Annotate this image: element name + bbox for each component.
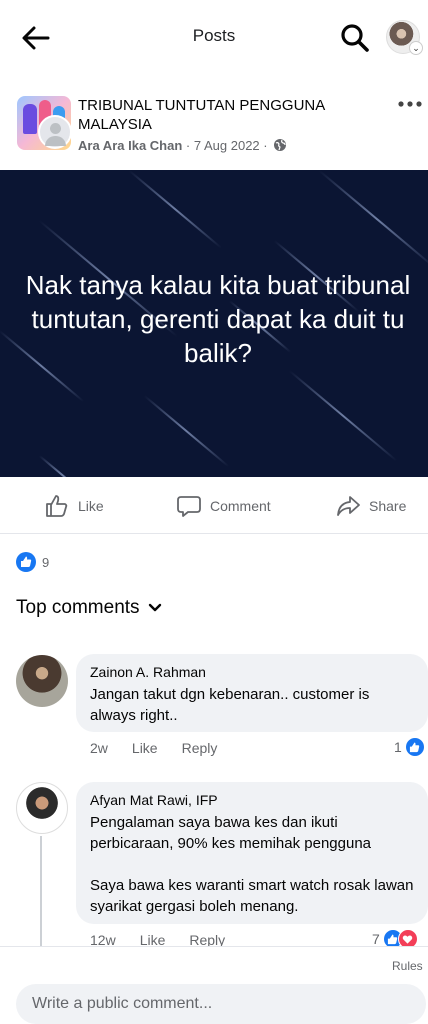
search-icon (341, 24, 369, 52)
comment-like-button[interactable]: Like (132, 740, 158, 756)
comment-reaction-count: 1 (394, 739, 402, 755)
comment-reaction-count: 7 (372, 931, 380, 947)
comment-input[interactable]: Write a public comment... (16, 984, 426, 1024)
comment-bubble[interactable]: Zainon A. Rahman Jangan takut dgn kebena… (76, 654, 428, 732)
author-name-link[interactable]: Ara Ara Ika Chan (78, 138, 182, 153)
post-meta: Ara Ara Ika Chan · 7 Aug 2022 · (78, 138, 287, 153)
comment-time[interactable]: 2w (90, 740, 108, 756)
top-bar: Posts ⌄ (0, 0, 428, 76)
reaction-summary[interactable]: 9 (16, 551, 49, 573)
comment-reply-button[interactable]: Reply (182, 740, 218, 756)
comment-filter-dropdown[interactable]: Top comments (16, 597, 162, 619)
more-options-button[interactable] (396, 94, 424, 114)
post-date[interactable]: 7 Aug 2022 (194, 138, 260, 153)
comment-button[interactable]: Comment (176, 478, 271, 534)
like-reaction-icon (16, 552, 36, 572)
commenter-name[interactable]: Zainon A. Rahman (90, 664, 414, 680)
like-label: Like (78, 498, 104, 514)
comment-actions: 2w Like Reply (90, 740, 217, 756)
comment-reactions[interactable]: 1 (394, 737, 425, 757)
author-avatar[interactable] (38, 115, 72, 149)
commenter-name[interactable]: Afyan Mat Rawi, IFP (90, 792, 414, 808)
comment-icon (177, 496, 201, 517)
comment-text: Jangan takut dgn kebenaran.. customer is… (90, 686, 370, 724)
comment-filter-label: Top comments (16, 597, 140, 618)
share-button[interactable]: Share (335, 478, 406, 534)
thumbs-up-icon (46, 495, 68, 517)
commenter-avatar[interactable] (16, 655, 68, 707)
meta-separator: · (263, 138, 268, 153)
reply-thread-line (40, 836, 42, 946)
rules-link[interactable]: Rules (392, 959, 423, 973)
search-button[interactable] (339, 22, 371, 54)
like-reaction-icon (404, 737, 425, 757)
comment-text: Pengalaman saya bawa kes dan ikuti perbi… (90, 814, 414, 915)
more-horizontal-icon (398, 101, 422, 107)
share-icon (337, 496, 360, 516)
comment-bubble[interactable]: Afyan Mat Rawi, IFP Pengalaman saya bawa… (76, 782, 428, 924)
post-image-text: Nak tanya kalau kita buat tribunal tuntu… (25, 270, 411, 368)
chevron-down-icon[interactable]: ⌄ (409, 41, 423, 55)
group-name-link[interactable]: TRIBUNAL TUNTUTAN PENGGUNA MALAYSIA (78, 96, 368, 134)
share-label: Share (369, 498, 407, 514)
globe-icon (274, 139, 287, 151)
commenter-avatar[interactable] (16, 782, 68, 834)
reaction-count: 9 (42, 554, 50, 570)
meta-separator: · (185, 138, 191, 153)
post-actions: Like Comment Share (0, 478, 428, 534)
chevron-down-icon (148, 603, 161, 612)
like-button[interactable]: Like (44, 478, 104, 534)
comment-label: Comment (210, 498, 271, 514)
